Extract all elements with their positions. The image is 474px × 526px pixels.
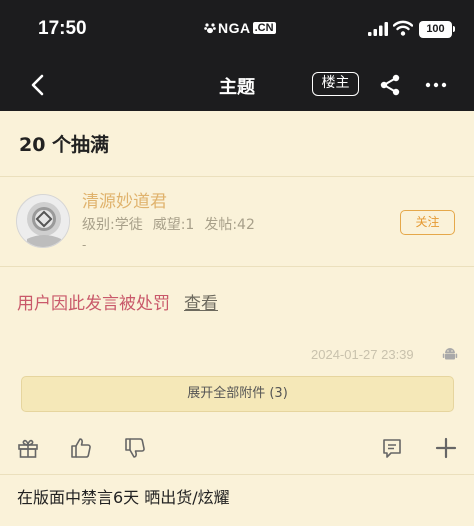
author-name[interactable]: 清源妙道君 xyxy=(82,187,167,212)
punish-notice: 用户因此发言被处罚 xyxy=(17,294,170,314)
back-icon[interactable] xyxy=(28,73,48,97)
divider xyxy=(0,266,474,267)
battery-indicator: 100 xyxy=(419,21,452,38)
logo-text: NGA xyxy=(218,20,251,36)
follow-button[interactable]: 关注 xyxy=(400,210,455,235)
plus-icon[interactable] xyxy=(434,436,458,460)
author-level: 级别:学徒 xyxy=(82,217,143,233)
louzhu-button[interactable]: 楼主 xyxy=(312,72,359,96)
author-reputation: 威望:1 xyxy=(152,217,195,233)
nav-bar: 主题 楼主 xyxy=(0,60,474,111)
avatar-robot-icon xyxy=(17,195,69,247)
action-bar xyxy=(0,436,474,466)
signal-icon xyxy=(368,22,388,36)
author-meta: 级别:学徒 威望:1 发帖:42 xyxy=(82,214,255,234)
divider xyxy=(0,474,474,475)
divider xyxy=(0,176,474,177)
expand-attachments-button[interactable]: 展开全部附件 (3) xyxy=(21,376,454,412)
logo-suffix: .CN xyxy=(252,22,276,34)
more-icon[interactable] xyxy=(424,73,448,97)
page-title: 主题 xyxy=(219,77,255,98)
thumbs-down-icon[interactable] xyxy=(123,436,147,460)
author-posts: 发帖:42 xyxy=(204,217,255,233)
post-timestamp: 2024-01-27 23:39 xyxy=(311,347,414,362)
top-bar: 17:50 NGA .CN 100 主题 楼主 xyxy=(0,0,474,111)
status-time: 17:50 xyxy=(38,18,87,39)
paw-icon xyxy=(204,23,216,34)
status-bar: 17:50 NGA .CN 100 xyxy=(0,0,474,60)
gift-icon[interactable] xyxy=(16,436,40,460)
ban-notice: 在版面中禁言6天 晒出货/炫耀 xyxy=(17,488,230,507)
thumbs-up-icon[interactable] xyxy=(69,436,93,460)
avatar[interactable] xyxy=(16,194,70,248)
comment-icon[interactable] xyxy=(380,436,404,460)
battery-tip xyxy=(453,26,455,32)
wifi-icon xyxy=(393,20,413,36)
nga-logo: NGA .CN xyxy=(204,20,276,36)
author-extra: - xyxy=(82,238,87,252)
share-icon[interactable] xyxy=(378,73,402,97)
android-icon xyxy=(442,348,458,360)
post-title: 20 个抽满 xyxy=(19,134,110,156)
view-link[interactable]: 查看 xyxy=(184,289,218,314)
